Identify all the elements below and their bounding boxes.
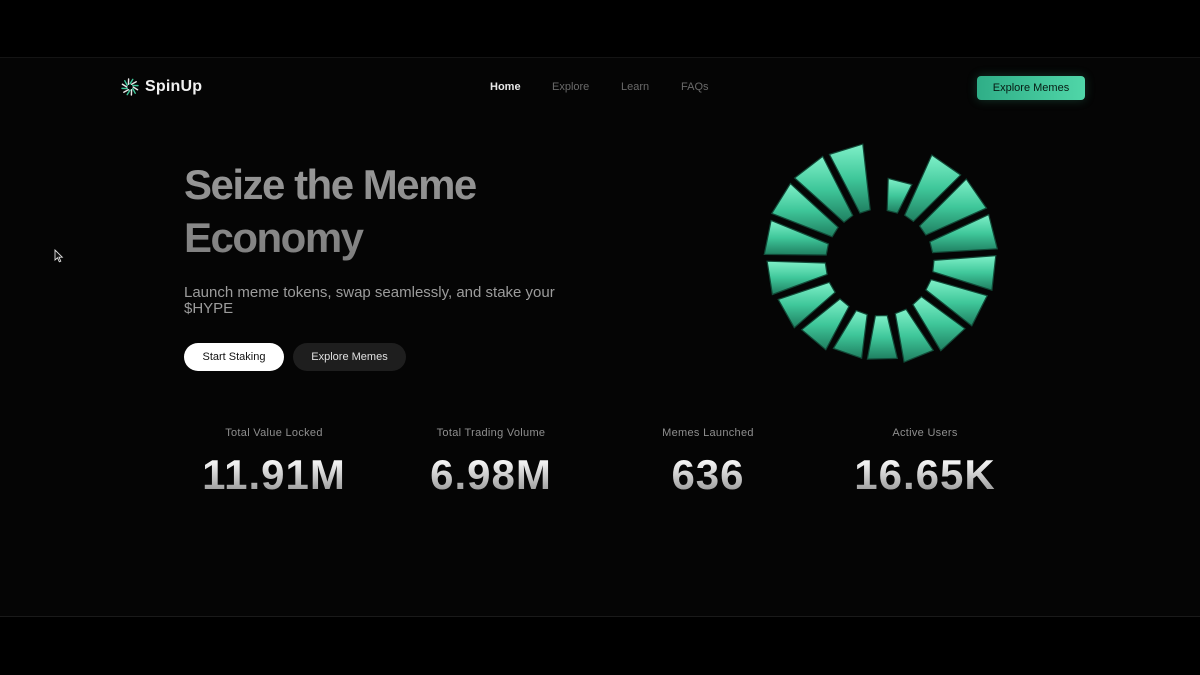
- explore-memes-header-button[interactable]: Explore Memes: [977, 76, 1085, 100]
- stat-total-value-locked: Total Value Locked 11.91M: [164, 427, 384, 497]
- stat-label: Total Value Locked: [225, 427, 323, 439]
- spiral-block: [866, 314, 899, 360]
- page-frame: [0, 57, 1200, 617]
- explore-memes-button[interactable]: Explore Memes: [293, 343, 406, 371]
- mouse-pointer-icon: [54, 249, 64, 263]
- hero-title: Seize the Meme Economy: [184, 158, 704, 264]
- nav-home[interactable]: Home: [490, 81, 552, 93]
- stat-value: 636: [598, 453, 818, 497]
- nav-explore[interactable]: Explore: [552, 81, 621, 93]
- hero-subtitle: Launch meme tokens, swap seamlessly, and…: [184, 284, 555, 317]
- stat-label: Total Trading Volume: [436, 427, 546, 439]
- stat-label: Memes Launched: [662, 427, 754, 439]
- spin-logo-icon: [121, 78, 139, 96]
- nav-learn[interactable]: Learn: [621, 81, 681, 93]
- spiral-blocks-graphic: [763, 143, 999, 363]
- nav-faqs[interactable]: FAQs: [681, 81, 721, 93]
- stat-memes-launched: Memes Launched 636: [598, 427, 818, 497]
- stat-value: 16.65K: [815, 453, 1035, 497]
- start-staking-button[interactable]: Start Staking: [184, 343, 284, 371]
- main-nav: Home Explore Learn FAQs: [490, 81, 721, 93]
- brand-name: SpinUp: [145, 78, 203, 95]
- stat-total-trading-volume: Total Trading Volume 6.98M: [381, 427, 601, 497]
- hero-title-line-1: Seize the Meme: [184, 161, 476, 208]
- stat-value: 11.91M: [164, 453, 384, 497]
- brand-logo[interactable]: SpinUp: [121, 78, 202, 96]
- stat-value: 6.98M: [381, 453, 601, 497]
- stat-active-users: Active Users 16.65K: [815, 427, 1035, 497]
- stat-label: Active Users: [892, 427, 958, 439]
- hero-title-line-2: Economy: [184, 214, 363, 261]
